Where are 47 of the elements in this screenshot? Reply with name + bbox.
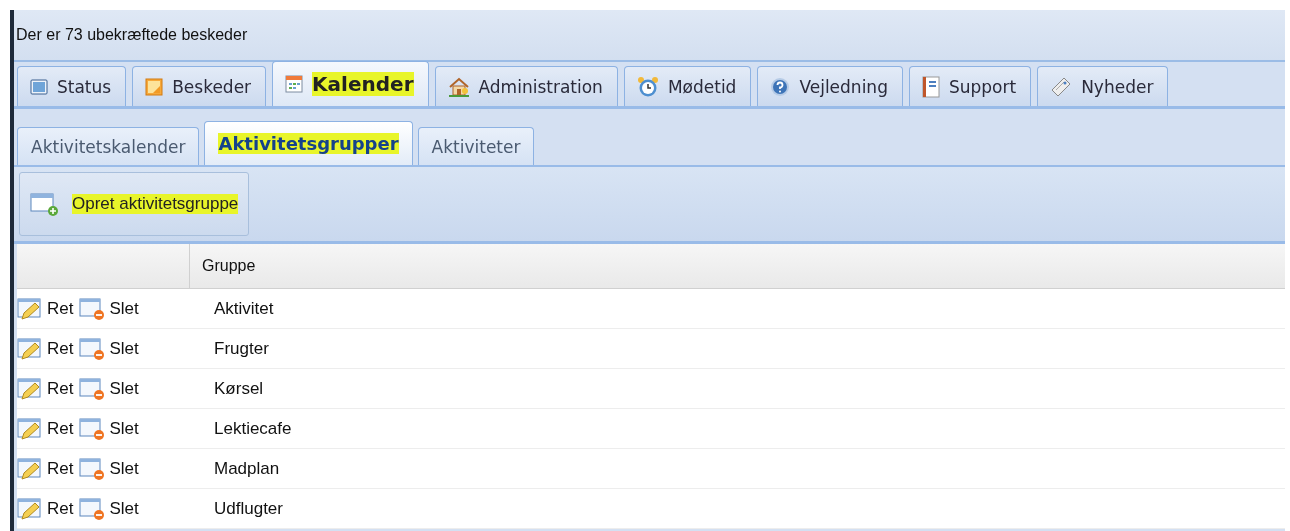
tab[interactable]: Aktivitetskalender [17,127,200,165]
delete-icon [79,336,106,361]
edit-link[interactable]: Ret [17,296,74,321]
tab[interactable]: Beskeder [132,66,267,106]
tab[interactable]: Administration [434,66,618,106]
tab[interactable]: Vejledning [757,66,903,106]
tab[interactable]: Nyheder [1037,66,1169,106]
note-icon [145,77,164,96]
delete-link[interactable]: Slet [79,336,139,361]
notebook-icon [921,75,940,98]
tab[interactable]: Kalender [272,61,429,106]
notice-text: Der er 73 ubekræftede beskeder [16,26,248,44]
tab[interactable]: Status [17,66,127,106]
calendar-icon [285,75,304,93]
edit-link[interactable]: Ret [17,416,74,441]
monitor-icon [30,77,48,96]
delete-icon [79,416,106,441]
table-cell-text: Lektiecafe [213,418,292,439]
house-icon [447,76,470,97]
table-cell-text: Aktivitet [213,298,274,319]
create-group-button[interactable]: Opret aktivitetsgruppe [19,172,250,236]
table-cell-text: Frugter [213,338,269,359]
tab[interactable]: Support [908,66,1032,106]
edit-link[interactable]: Ret [17,336,74,361]
table-cell-text: Udflugter [213,498,283,519]
ticket-icon [1050,75,1073,98]
edit-link[interactable]: Ret [17,456,74,481]
help-icon [770,76,791,97]
delete-link[interactable]: Slet [79,456,139,481]
tab[interactable]: Mødetid [623,66,752,106]
delete-link[interactable]: Slet [79,496,139,521]
column-header: Gruppe [201,256,257,276]
delete-icon [79,296,106,321]
table-cell-text: Kørsel [213,378,264,399]
edit-link[interactable]: Ret [17,376,74,401]
table-cell-text: Madplan [213,458,280,479]
delete-icon [79,456,106,481]
alarm-clock-icon [636,75,659,98]
edit-link[interactable]: Ret [17,496,74,521]
delete-icon [79,496,106,521]
delete-icon [79,376,106,401]
delete-link[interactable]: Slet [79,416,139,441]
add-window-icon [30,191,60,217]
tab[interactable]: Aktivitetsgrupper [204,121,413,165]
delete-link[interactable]: Slet [79,376,139,401]
tab[interactable]: Aktiviteter [417,127,535,165]
delete-link[interactable]: Slet [79,296,139,321]
